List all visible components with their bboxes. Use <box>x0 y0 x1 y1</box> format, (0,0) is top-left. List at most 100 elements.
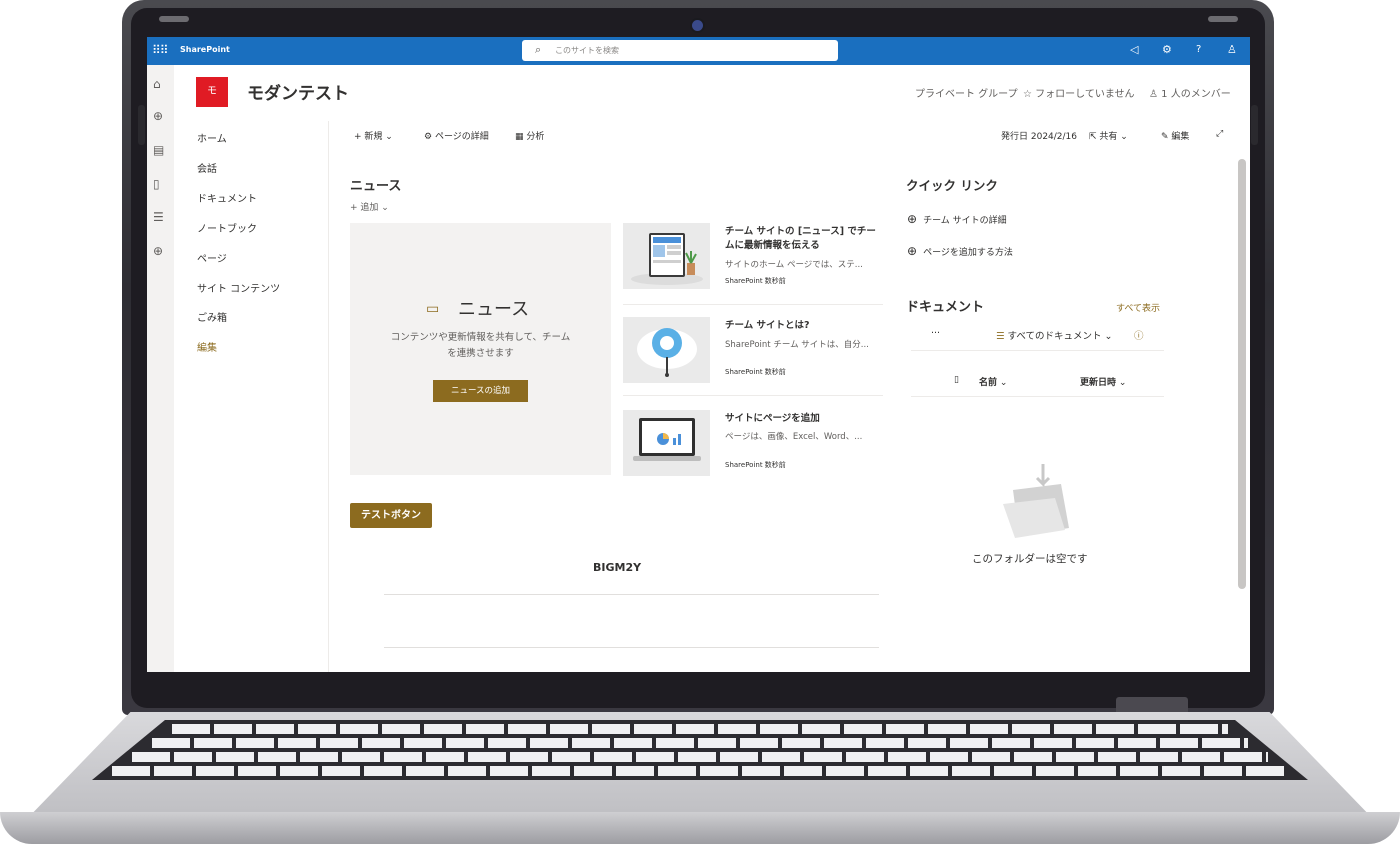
file-type-icon: ▯ <box>954 375 959 385</box>
news-icon: ▭ <box>426 301 440 317</box>
analytics-label: 分析 <box>526 132 545 142</box>
app-brand[interactable]: SharePoint <box>180 45 230 54</box>
site-navigation: ホーム 会話 ドキュメント ノートブック ページ サイト コンテンツ ごみ箱 編… <box>174 121 329 672</box>
column-modified-label: 更新日時 <box>1080 378 1117 388</box>
search-placeholder: このサイトを検索 <box>555 46 619 55</box>
view-label: すべてのドキュメント <box>1007 331 1102 342</box>
news-add-button[interactable]: + 追加 ⌄ <box>350 200 389 213</box>
news-item-source: SharePoint 数秒前 <box>725 461 786 469</box>
site-header: モ モダンテスト プライベート グループ ☆ フォローしていません ♙ 1 人の… <box>174 65 1250 120</box>
members-button[interactable]: ♙ 1 人のメンバー <box>1149 85 1231 100</box>
news-item-source: SharePoint 数秒前 <box>725 368 786 376</box>
news-divider <box>623 395 883 396</box>
nav-item-home[interactable]: ホーム <box>197 130 227 145</box>
empty-folder-icon <box>999 464 1075 540</box>
page-details-button[interactable]: ⚙ ページの詳細 <box>424 129 489 142</box>
file-icon[interactable]: ▯ <box>153 177 160 191</box>
nav-item-pages[interactable]: ページ <box>197 250 227 265</box>
help-icon[interactable]: ? <box>1196 44 1201 55</box>
speaker-grille-right <box>1208 16 1238 22</box>
expand-icon[interactable]: ⤢ <box>1216 129 1223 139</box>
analytics-button[interactable]: ▦ 分析 <box>515 129 544 142</box>
waffle-icon[interactable]: ⠿⠿ <box>152 43 169 57</box>
nav-item-site-contents[interactable]: サイト コンテンツ <box>197 280 280 295</box>
edit-label: 編集 <box>1171 132 1190 142</box>
quick-link-item[interactable]: ⊕ ページを追加する方法 <box>907 244 1013 258</box>
list-icon[interactable]: ☰ <box>153 210 164 224</box>
news-item-title: チーム サイトの [ニュース] でチームに最新情報を伝える <box>725 226 876 251</box>
see-all-link[interactable]: すべて表示 <box>1116 301 1160 314</box>
share-button[interactable]: ⇱ 共有 ⌄ <box>1089 129 1128 142</box>
divider <box>384 594 879 595</box>
key-row <box>132 752 1268 762</box>
news-item[interactable]: チーム サイトとは? SharePoint チーム サイトは、自分... Sha… <box>623 317 883 397</box>
site-logo[interactable]: モ <box>196 77 228 107</box>
search-box[interactable]: ⌕ このサイトを検索 <box>522 40 838 61</box>
column-name-label: 名前 <box>979 378 998 388</box>
browser-screen: ⠿⠿ SharePoint ⌕ このサイトを検索 ◁ ⚙ ? ♙ ⌂ ⊕ ▤ ▯… <box>147 37 1250 672</box>
news-item-description: ページは、画像、Excel、Word、... <box>725 432 863 442</box>
site-title[interactable]: モダンテスト <box>247 79 349 104</box>
news-thumbnail <box>623 317 710 383</box>
news-item-title: サイトにページを追加 <box>725 413 820 424</box>
account-icon[interactable]: ♙ <box>1227 43 1237 56</box>
list-icon: ☰ <box>996 331 1008 342</box>
page-details-label: ページの詳細 <box>434 132 489 142</box>
members-label: 1 人のメンバー <box>1161 89 1231 100</box>
page-scrollbar[interactable] <box>1238 159 1246 589</box>
nav-item-recycle-bin[interactable]: ごみ箱 <box>197 309 227 324</box>
chevron-down-icon: ⌄ <box>378 203 389 213</box>
gear-icon: ⚙ <box>424 132 435 142</box>
add-news-button[interactable]: ニュースの追加 <box>433 380 528 402</box>
globe-icon: ⊕ <box>907 212 918 226</box>
globe-icon[interactable]: ⊕ <box>153 109 163 123</box>
quick-link-item[interactable]: ⊕ チーム サイトの詳細 <box>907 212 1007 226</box>
news-divider <box>623 304 883 305</box>
new-button[interactable]: + 新規 ⌄ <box>354 129 393 142</box>
follow-button[interactable]: ☆ フォローしていません <box>1023 85 1135 100</box>
webcam-icon <box>692 20 703 31</box>
news-item-description: SharePoint チーム サイトは、自分... <box>725 340 869 350</box>
pencil-icon: ✎ <box>1161 132 1172 142</box>
megaphone-icon[interactable]: ◁ <box>1130 43 1138 56</box>
share-label: 共有 <box>1099 132 1118 142</box>
news-item[interactable]: サイトにページを追加 ページは、画像、Excel、Word、... ShareP… <box>623 410 883 490</box>
view-selector[interactable]: ☰ すべてのドキュメント ⌄ <box>996 328 1113 342</box>
laptop-front-edge <box>0 812 1400 844</box>
news-icon[interactable]: ▤ <box>153 143 164 157</box>
news-heading: ニュース <box>350 179 402 194</box>
nav-item-documents[interactable]: ドキュメント <box>197 190 257 205</box>
news-thumbnail <box>623 223 710 289</box>
nav-item-conversations[interactable]: 会話 <box>197 160 217 175</box>
more-options-button[interactable]: ··· <box>931 328 940 339</box>
chevron-down-icon: ⌄ <box>997 378 1008 388</box>
edit-button[interactable]: ✎ 編集 <box>1161 129 1189 142</box>
news-item[interactable]: チーム サイトの [ニュース] でチームに最新情報を伝える サイトのホーム ペー… <box>623 223 883 303</box>
info-icon[interactable]: ⓘ <box>1134 328 1144 342</box>
side-button-left <box>138 105 145 145</box>
chart-icon: ▦ <box>515 132 527 142</box>
column-header-modified[interactable]: 更新日時 ⌄ <box>1080 375 1126 388</box>
settings-icon[interactable]: ⚙ <box>1162 43 1172 56</box>
quick-link-label: ページを追加する方法 <box>923 248 1013 258</box>
create-icon[interactable]: ⊕ <box>153 244 163 258</box>
column-header-name[interactable]: 名前 ⌄ <box>979 375 1007 388</box>
chevron-down-icon: ⌄ <box>382 132 393 142</box>
home-icon[interactable]: ⌂ <box>153 77 161 91</box>
command-bar: + 新規 ⌄ ⚙ ページの詳細 ▦ 分析 発行日 2024/2/16 ⇱ 共有 … <box>328 123 1250 149</box>
keyboard <box>92 720 1308 780</box>
text-block: BIGM2Y <box>593 561 642 574</box>
news-item-description: サイトのホーム ページでは、ステ... <box>725 260 863 270</box>
divider <box>911 396 1164 397</box>
speaker-grille-left <box>159 16 189 22</box>
empty-folder-message: このフォルダーは空です <box>972 553 1088 565</box>
nav-item-notebook[interactable]: ノートブック <box>197 220 257 235</box>
app-bar: ⌂ ⊕ ▤ ▯ ☰ ⊕ <box>147 65 174 672</box>
test-button[interactable]: テストボタン <box>350 503 432 528</box>
nav-item-edit[interactable]: 編集 <box>197 339 217 354</box>
documents-heading: ドキュメント <box>906 300 985 315</box>
dashboard-illustration-icon <box>623 223 710 289</box>
news-empty-state: ▭ ニュース コンテンツや更新情報を共有して、チームを連携させます ニュースの追… <box>350 223 611 475</box>
person-icon: ♙ <box>1149 89 1162 100</box>
news-empty-title: ニュース <box>458 299 530 320</box>
